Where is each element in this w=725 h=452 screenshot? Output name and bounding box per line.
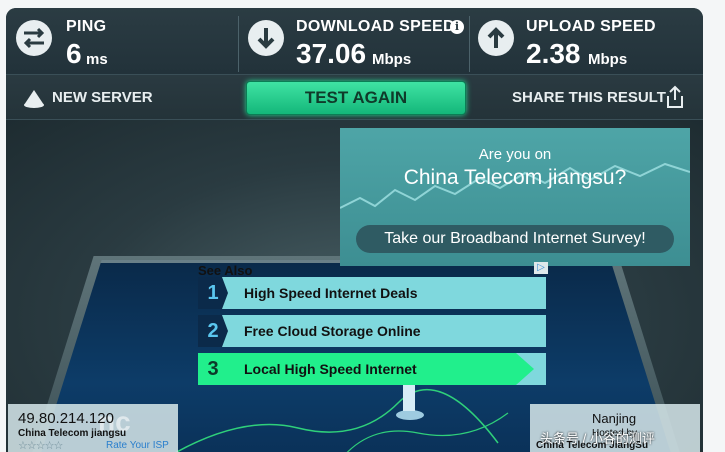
see-also-item[interactable]: 2 Free Cloud Storage Online	[198, 315, 546, 347]
download-unit: Mbps	[372, 51, 412, 68]
upload-label: UPLOAD SPEED	[526, 18, 656, 35]
rate-isp-link[interactable]: Rate Your ISP	[106, 440, 169, 451]
isp-name: China Telecom jiangsu	[18, 428, 127, 439]
new-server-label: NEW SERVER	[52, 89, 153, 106]
ad-question-line1: Are you on	[478, 146, 552, 163]
item-label: Free Cloud Storage Online	[244, 323, 421, 339]
rating-stars[interactable]: ☆☆☆☆☆	[18, 439, 63, 452]
adchoices-icon[interactable]: ▷	[534, 262, 548, 274]
server-city: Nanjing	[592, 411, 637, 426]
see-also-title: See Also	[198, 263, 253, 278]
ping-value: 6	[66, 38, 82, 69]
item-number: 3	[207, 358, 219, 380]
share-label: SHARE THIS RESULT	[512, 89, 666, 106]
download-icon	[248, 20, 284, 56]
upload-metric: UPLOAD SPEED 2.38 Mbps	[472, 8, 702, 74]
test-again-button[interactable]: TEST AGAIN	[246, 81, 466, 115]
item-label: Local High Speed Internet	[244, 361, 417, 377]
download-metric: DOWNLOAD SPEED i 37.06 Mbps	[242, 8, 468, 74]
ping-unit: ms	[86, 51, 108, 68]
download-value: 37.06	[296, 38, 367, 69]
action-bar: NEW SERVER TEST AGAIN SHARE THIS RESULT	[6, 75, 703, 120]
ping-icon	[16, 20, 52, 56]
speedtest-window: PING 6 ms DOWNLOAD SPEED i 37.06 Mbps UP…	[6, 8, 703, 452]
source-watermark: 头条号 / 小谷的测评	[540, 431, 655, 446]
result-stage: Are you on China Telecom jiangsu? Take o…	[6, 120, 703, 452]
isp-card: nc 49.80.214.120 China Telecom jiangsu ☆…	[8, 404, 178, 452]
info-icon[interactable]: i	[450, 20, 464, 34]
chevron-right-icon	[516, 353, 546, 385]
ad-question-line2: China Telecom jiangsu?	[403, 166, 627, 189]
item-label: High Speed Internet Deals	[244, 285, 418, 301]
ping-label: PING	[66, 18, 107, 35]
server-icon	[24, 90, 44, 108]
download-label: DOWNLOAD SPEED	[296, 18, 455, 35]
upload-value: 2.38	[526, 38, 581, 69]
survey-ad[interactable]: Are you on China Telecom jiangsu? Take o…	[340, 128, 690, 266]
ip-address: 49.80.214.120	[18, 410, 114, 427]
survey-button[interactable]: Take our Broadband Internet Survey!	[356, 225, 674, 253]
divider	[469, 16, 470, 72]
metrics-bar: PING 6 ms DOWNLOAD SPEED i 37.06 Mbps UP…	[6, 8, 703, 75]
ping-metric: PING 6 ms	[6, 8, 234, 74]
upload-icon	[478, 20, 514, 56]
item-number: 2	[198, 315, 228, 347]
item-number: 1	[198, 277, 228, 309]
see-also-item[interactable]: 3 Local High Speed Internet	[198, 353, 546, 385]
upload-unit: Mbps	[588, 51, 628, 68]
divider	[238, 16, 239, 72]
share-icon	[667, 85, 683, 108]
see-also-item[interactable]: 1 High Speed Internet Deals	[198, 277, 546, 309]
